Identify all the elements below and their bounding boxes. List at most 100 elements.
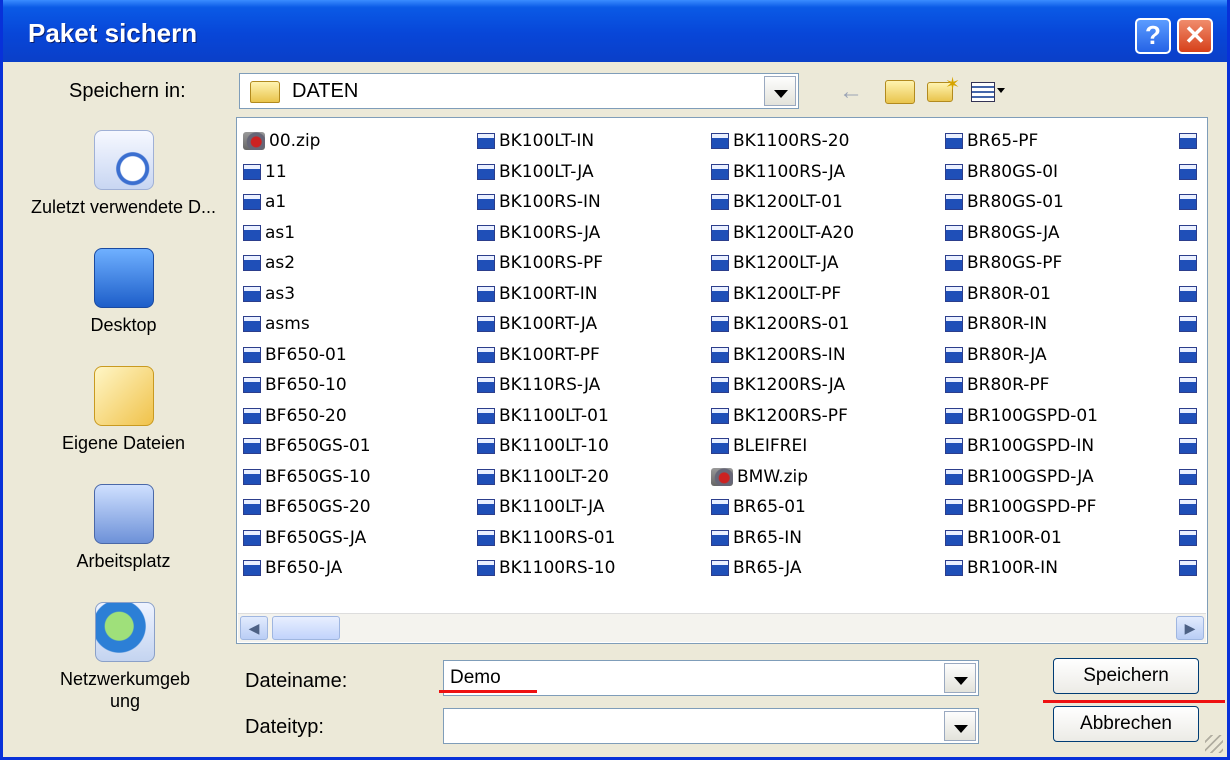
file-item[interactable]: BR80R-IN [945, 309, 1098, 340]
file-item[interactable]: BK110RS-JA [477, 370, 615, 401]
file-item[interactable]: BR80GS-JA [945, 218, 1098, 249]
file-item[interactable]: as2 [243, 248, 371, 279]
file-item[interactable]: BR80GS-PF [945, 248, 1098, 279]
file-item[interactable]: BR65-PF [945, 126, 1098, 157]
file-item[interactable]: BK100RT-PF [477, 340, 615, 371]
file-item[interactable]: as1 [243, 218, 371, 249]
file-item[interactable]: BK100LT-JA [477, 157, 615, 188]
file-item[interactable]: BF650-01 [243, 340, 371, 371]
place-my-documents[interactable]: Eigene Dateien [11, 366, 236, 454]
file-item[interactable]: BF650GS-20 [243, 492, 371, 523]
file-item[interactable]: BR80R-JA [945, 340, 1098, 371]
file-item[interactable]: BK100RT-IN [477, 279, 615, 310]
file-item-partial[interactable] [1179, 126, 1201, 157]
file-item[interactable]: BK1100LT-10 [477, 431, 615, 462]
file-item[interactable]: BR100GSPD-JA [945, 462, 1098, 493]
file-item-partial[interactable] [1179, 340, 1201, 371]
file-item-partial[interactable] [1179, 157, 1201, 188]
file-item[interactable]: BLEIFREI [711, 431, 854, 462]
file-item-partial[interactable] [1179, 462, 1201, 493]
file-item[interactable]: BR100GSPD-IN [945, 431, 1098, 462]
file-item[interactable]: BR100R-IN [945, 553, 1098, 584]
resize-grip[interactable] [1205, 735, 1223, 753]
file-item-partial[interactable] [1179, 523, 1201, 554]
file-item[interactable]: BK100LT-IN [477, 126, 615, 157]
place-network[interactable]: Netzwerkumgebung [55, 602, 195, 712]
chevron-down-icon[interactable] [944, 711, 976, 741]
file-item[interactable]: BR100GSPD-01 [945, 401, 1098, 432]
file-item-partial[interactable] [1179, 370, 1201, 401]
file-item-partial[interactable] [1179, 309, 1201, 340]
file-item[interactable]: BR100GSPD-PF [945, 492, 1098, 523]
view-dropdown-icon[interactable] [997, 88, 1005, 93]
file-item-partial[interactable] [1179, 431, 1201, 462]
file-item[interactable]: BK1100LT-20 [477, 462, 615, 493]
file-item[interactable]: BK1100LT-JA [477, 492, 615, 523]
file-item-partial[interactable] [1179, 218, 1201, 249]
file-item[interactable]: BK1100RS-JA [711, 157, 854, 188]
file-item[interactable]: BK1200LT-JA [711, 248, 854, 279]
file-list[interactable]: 00.zip 11 a1 as1 as2 as3 asms BF650-01 BF650-10 B… [236, 117, 1208, 644]
file-item[interactable]: BMW.zip [711, 462, 854, 493]
file-item[interactable]: BR80GS-01 [945, 187, 1098, 218]
save-button[interactable]: Speichern [1053, 658, 1199, 694]
file-item[interactable]: as3 [243, 279, 371, 310]
file-item[interactable]: BR65-01 [711, 492, 854, 523]
place-desktop[interactable]: Desktop [11, 248, 236, 336]
cancel-button[interactable]: Abbrechen [1053, 706, 1199, 742]
place-my-computer[interactable]: Arbeitsplatz [11, 484, 236, 572]
chevron-down-icon[interactable] [764, 76, 796, 106]
file-item[interactable]: BF650-10 [243, 370, 371, 401]
help-button[interactable]: ? [1135, 18, 1171, 54]
new-folder-icon[interactable]: ✶ [927, 74, 960, 102]
title-bar[interactable]: Paket sichern ? ✕ [3, 0, 1227, 62]
file-item-partial[interactable] [1179, 492, 1201, 523]
file-item-partial[interactable] [1179, 187, 1201, 218]
file-item[interactable]: BK1100LT-01 [477, 401, 615, 432]
save-in-dropdown[interactable]: DATEN [239, 73, 799, 109]
file-item[interactable]: BF650GS-JA [243, 523, 371, 554]
file-item[interactable]: BK100RS-IN [477, 187, 615, 218]
close-button[interactable]: ✕ [1177, 18, 1213, 54]
scroll-thumb[interactable] [272, 616, 340, 640]
up-folder-icon[interactable] [885, 80, 915, 104]
file-item[interactable]: BR80R-01 [945, 279, 1098, 310]
file-item[interactable]: BK1200RS-JA [711, 370, 854, 401]
file-item[interactable]: BF650-JA [243, 553, 371, 584]
back-arrow-icon[interactable]: ← [839, 78, 863, 106]
file-item[interactable]: BR65-IN [711, 523, 854, 554]
file-item[interactable]: BK1200LT-A20 [711, 218, 854, 249]
file-item[interactable]: 11 [243, 157, 371, 188]
file-item-partial[interactable] [1179, 248, 1201, 279]
file-item-partial[interactable] [1179, 279, 1201, 310]
place-recent[interactable]: Zuletzt verwendete D... [11, 130, 236, 218]
file-item[interactable]: BK100RS-JA [477, 218, 615, 249]
file-item[interactable]: BK1200RS-PF [711, 401, 854, 432]
view-menu-icon[interactable] [971, 82, 995, 102]
filetype-dropdown[interactable] [443, 708, 979, 744]
file-item[interactable]: BK100RT-JA [477, 309, 615, 340]
file-item[interactable]: 00.zip [243, 126, 371, 157]
file-item-partial[interactable] [1179, 401, 1201, 432]
file-item[interactable]: BK1100RS-01 [477, 523, 615, 554]
file-item[interactable]: BK100RS-PF [477, 248, 615, 279]
file-item[interactable]: a1 [243, 187, 371, 218]
file-item[interactable]: BK1200LT-PF [711, 279, 854, 310]
chevron-down-icon[interactable] [944, 663, 976, 693]
file-item[interactable]: BK1100RS-20 [711, 126, 854, 157]
scroll-right-icon[interactable]: ▶ [1176, 616, 1204, 640]
file-item[interactable]: BR65-JA [711, 553, 854, 584]
file-item[interactable]: BF650GS-10 [243, 462, 371, 493]
horizontal-scrollbar[interactable]: ◀ ▶ [238, 613, 1206, 642]
file-item[interactable]: BR100R-01 [945, 523, 1098, 554]
file-item[interactable]: BR80R-PF [945, 370, 1098, 401]
file-item[interactable]: BR80GS-0I [945, 157, 1098, 188]
file-item[interactable]: BK1100RS-10 [477, 553, 615, 584]
file-item[interactable]: BK1200RS-IN [711, 340, 854, 371]
file-item[interactable]: asms [243, 309, 371, 340]
scroll-left-icon[interactable]: ◀ [240, 616, 268, 640]
file-item[interactable]: BK1200RS-01 [711, 309, 854, 340]
file-item[interactable]: BF650-20 [243, 401, 371, 432]
file-item[interactable]: BF650GS-01 [243, 431, 371, 462]
file-item-partial[interactable] [1179, 553, 1201, 584]
